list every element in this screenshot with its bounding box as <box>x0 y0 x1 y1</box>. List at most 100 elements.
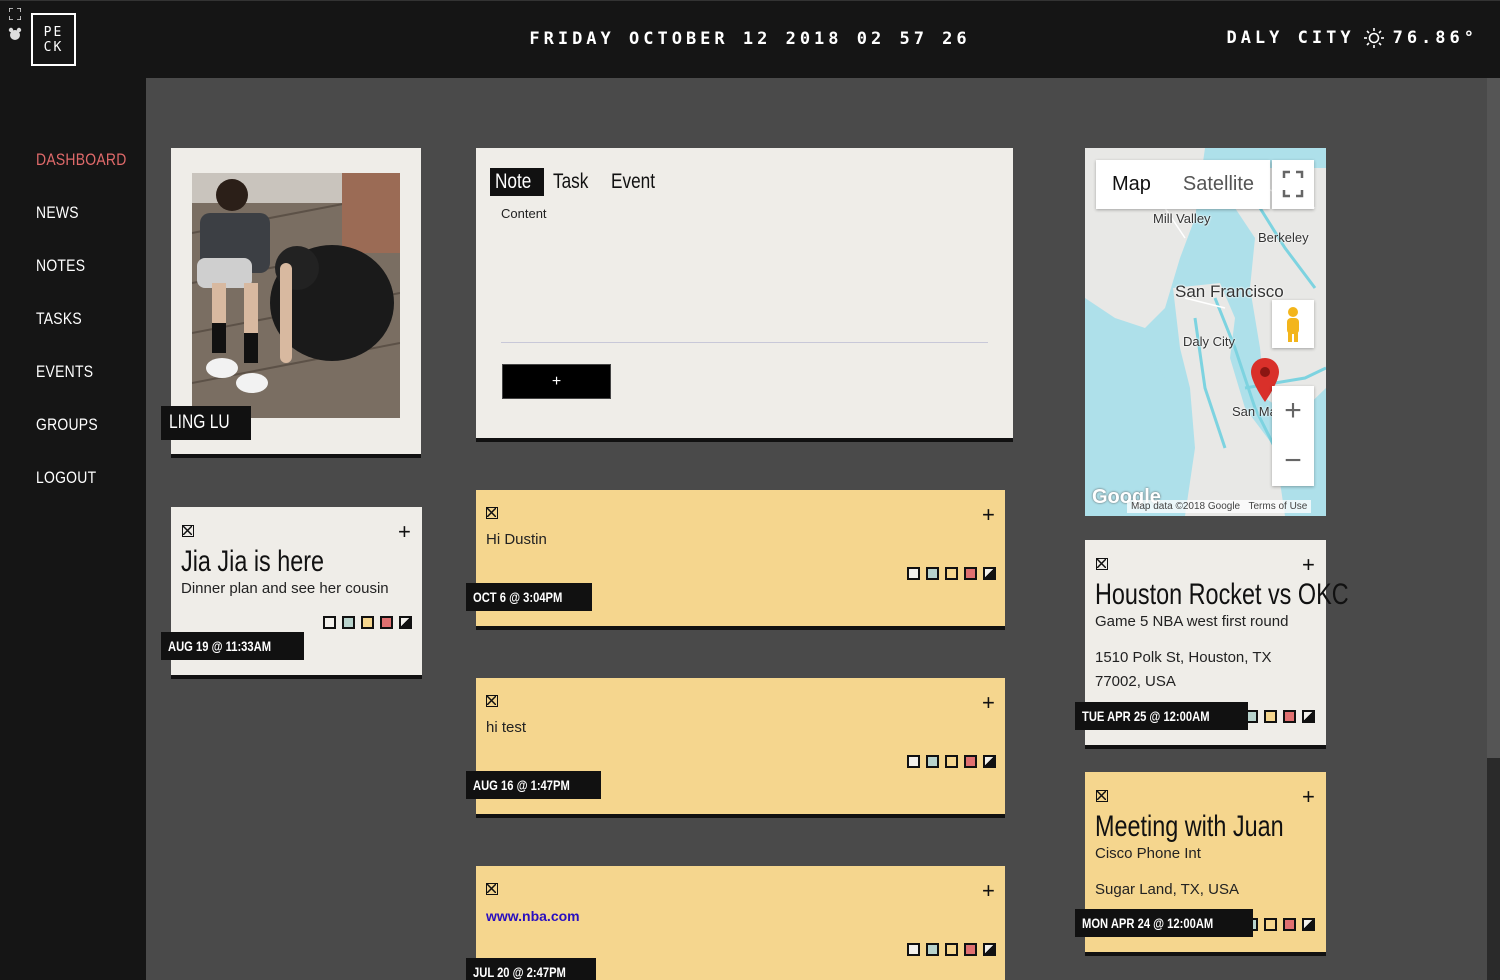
note-body: hi test <box>486 719 527 736</box>
swatch-red[interactable] <box>1283 710 1296 723</box>
note-title: Jia Jia is here <box>181 545 325 578</box>
expand-icon[interactable]: + <box>1302 786 1315 808</box>
map-type-satellite[interactable]: Satellite <box>1167 160 1270 209</box>
sidebar-item-tasks[interactable]: TASKS <box>36 309 82 329</box>
note-timestamp: AUG 16 @ 1:47PM <box>466 771 602 799</box>
sidebar-item-dashboard[interactable]: DASHBOARD <box>36 150 127 170</box>
expand-icon[interactable]: + <box>398 521 411 543</box>
swatch-yellow[interactable] <box>361 616 374 629</box>
top-bar: PE CK FRIDAY OCTOBER 12 2018 02 57 26 DA… <box>0 0 1500 78</box>
color-swatches <box>907 943 996 956</box>
datetime-display: FRIDAY OCTOBER 12 2018 02 57 26 <box>529 29 971 49</box>
weather-widget: DALY CITY 76.86° <box>1226 27 1478 49</box>
swatch-teal[interactable] <box>926 943 939 956</box>
add-button[interactable]: + <box>502 364 611 399</box>
delete-icon[interactable] <box>486 883 498 895</box>
sidebar: DASHBOARD NEWS NOTES TASKS EVENTS GROUPS… <box>0 78 146 980</box>
swatch-black[interactable] <box>983 943 996 956</box>
map-attribution: Map data ©2018 Google Terms of Use <box>1127 500 1312 513</box>
zoom-out-button[interactable]: − <box>1272 436 1314 486</box>
note-composer: Note Task Event Content + <box>476 148 1013 438</box>
swatch-yellow[interactable] <box>945 567 958 580</box>
content-label: Content <box>501 206 547 221</box>
app-logo[interactable]: PE CK <box>31 13 76 66</box>
swatch-black[interactable] <box>399 616 412 629</box>
sidebar-item-logout[interactable]: LOGOUT <box>36 468 96 488</box>
temperature-label: 76.86° <box>1392 28 1478 48</box>
swatch-yellow[interactable] <box>945 943 958 956</box>
map-label: Daly City <box>1183 334 1236 349</box>
expand-icon[interactable]: + <box>982 880 995 902</box>
map-type-control: Map Satellite <box>1096 160 1271 209</box>
swatch-black[interactable] <box>983 567 996 580</box>
expand-icon[interactable]: + <box>982 692 995 714</box>
expand-icon[interactable]: + <box>1302 554 1315 576</box>
swatch-white[interactable] <box>323 616 336 629</box>
delete-icon[interactable] <box>1096 790 1108 802</box>
swatch-black[interactable] <box>1302 710 1315 723</box>
tab-task[interactable]: Task <box>548 168 601 196</box>
tab-note[interactable]: Note <box>490 168 545 196</box>
note-timestamp: JUL 20 @ 2:47PM <box>466 958 597 980</box>
fullscreen-icon[interactable] <box>8 7 22 21</box>
note-body: Hi Dustin <box>486 531 547 548</box>
swatch-yellow[interactable] <box>945 755 958 768</box>
note-link[interactable]: www.nba.com <box>486 904 580 928</box>
map-label: San Francisco <box>1175 282 1284 301</box>
swatch-teal[interactable] <box>926 755 939 768</box>
swatch-red[interactable] <box>964 943 977 956</box>
event-subtitle: Game 5 NBA west first round <box>1095 613 1289 630</box>
expand-icon[interactable]: + <box>982 504 995 526</box>
color-swatches <box>907 755 996 768</box>
color-swatches <box>907 567 996 580</box>
event-title: Meeting with Juan <box>1095 810 1284 843</box>
swatch-red[interactable] <box>964 755 977 768</box>
swatch-white[interactable] <box>907 567 920 580</box>
sun-icon <box>1363 27 1385 49</box>
terms-link[interactable]: Terms of Use <box>1248 501 1307 512</box>
delete-icon[interactable] <box>486 695 498 707</box>
event-subtitle: Cisco Phone Int <box>1095 845 1201 862</box>
map-label: Berkeley <box>1258 230 1309 245</box>
note-body: Dinner plan and see her cousin <box>181 580 389 597</box>
color-swatches <box>323 616 412 629</box>
swatch-red[interactable] <box>380 616 393 629</box>
zoom-in-button[interactable]: + <box>1272 386 1314 436</box>
city-label: DALY CITY <box>1226 28 1355 48</box>
swatch-red[interactable] <box>964 567 977 580</box>
delete-icon[interactable] <box>1096 558 1108 570</box>
event-timestamp: MON APR 24 @ 12:00AM <box>1075 909 1254 937</box>
swatch-teal[interactable] <box>926 567 939 580</box>
tab-event[interactable]: Event <box>606 168 670 196</box>
scrollbar-thumb[interactable] <box>1487 758 1500 980</box>
profile-name: LING LU <box>169 412 230 433</box>
sidebar-item-groups[interactable]: GROUPS <box>36 415 98 435</box>
swatch-yellow[interactable] <box>1264 710 1277 723</box>
sidebar-item-notes[interactable]: NOTES <box>36 256 85 276</box>
sidebar-item-news[interactable]: NEWS <box>36 203 79 223</box>
event-title: Houston Rocket vs OKC <box>1095 578 1349 611</box>
map-label: Mill Valley <box>1153 211 1211 226</box>
swatch-white[interactable] <box>907 943 920 956</box>
zoom-control: + − <box>1272 386 1314 486</box>
profile-name-tag: LING LU <box>161 406 251 440</box>
pegman-icon[interactable] <box>1272 300 1314 348</box>
swatch-yellow[interactable] <box>1264 918 1277 931</box>
sidebar-item-events[interactable]: EVENTS <box>36 362 93 382</box>
delete-icon[interactable] <box>182 525 194 537</box>
swatch-red[interactable] <box>1283 918 1296 931</box>
map-type-map[interactable]: Map <box>1096 160 1167 209</box>
logo-line-2: CK <box>43 40 64 55</box>
event-location: 1510 Polk St, Houston, TX 77002, USA <box>1095 649 1272 690</box>
content-input[interactable] <box>501 228 988 343</box>
map-fullscreen-icon[interactable] <box>1272 160 1314 209</box>
event-location: Sugar Land, TX, USA <box>1095 881 1239 898</box>
delete-icon[interactable] <box>486 507 498 519</box>
swatch-black[interactable] <box>1302 918 1315 931</box>
composer-tabs: Note Task Event <box>490 168 669 196</box>
profile-photo <box>192 173 400 418</box>
swatch-black[interactable] <box>983 755 996 768</box>
location-map[interactable]: Mill Valley Berkeley San Francisco Daly … <box>1085 148 1326 516</box>
swatch-white[interactable] <box>907 755 920 768</box>
swatch-teal[interactable] <box>342 616 355 629</box>
